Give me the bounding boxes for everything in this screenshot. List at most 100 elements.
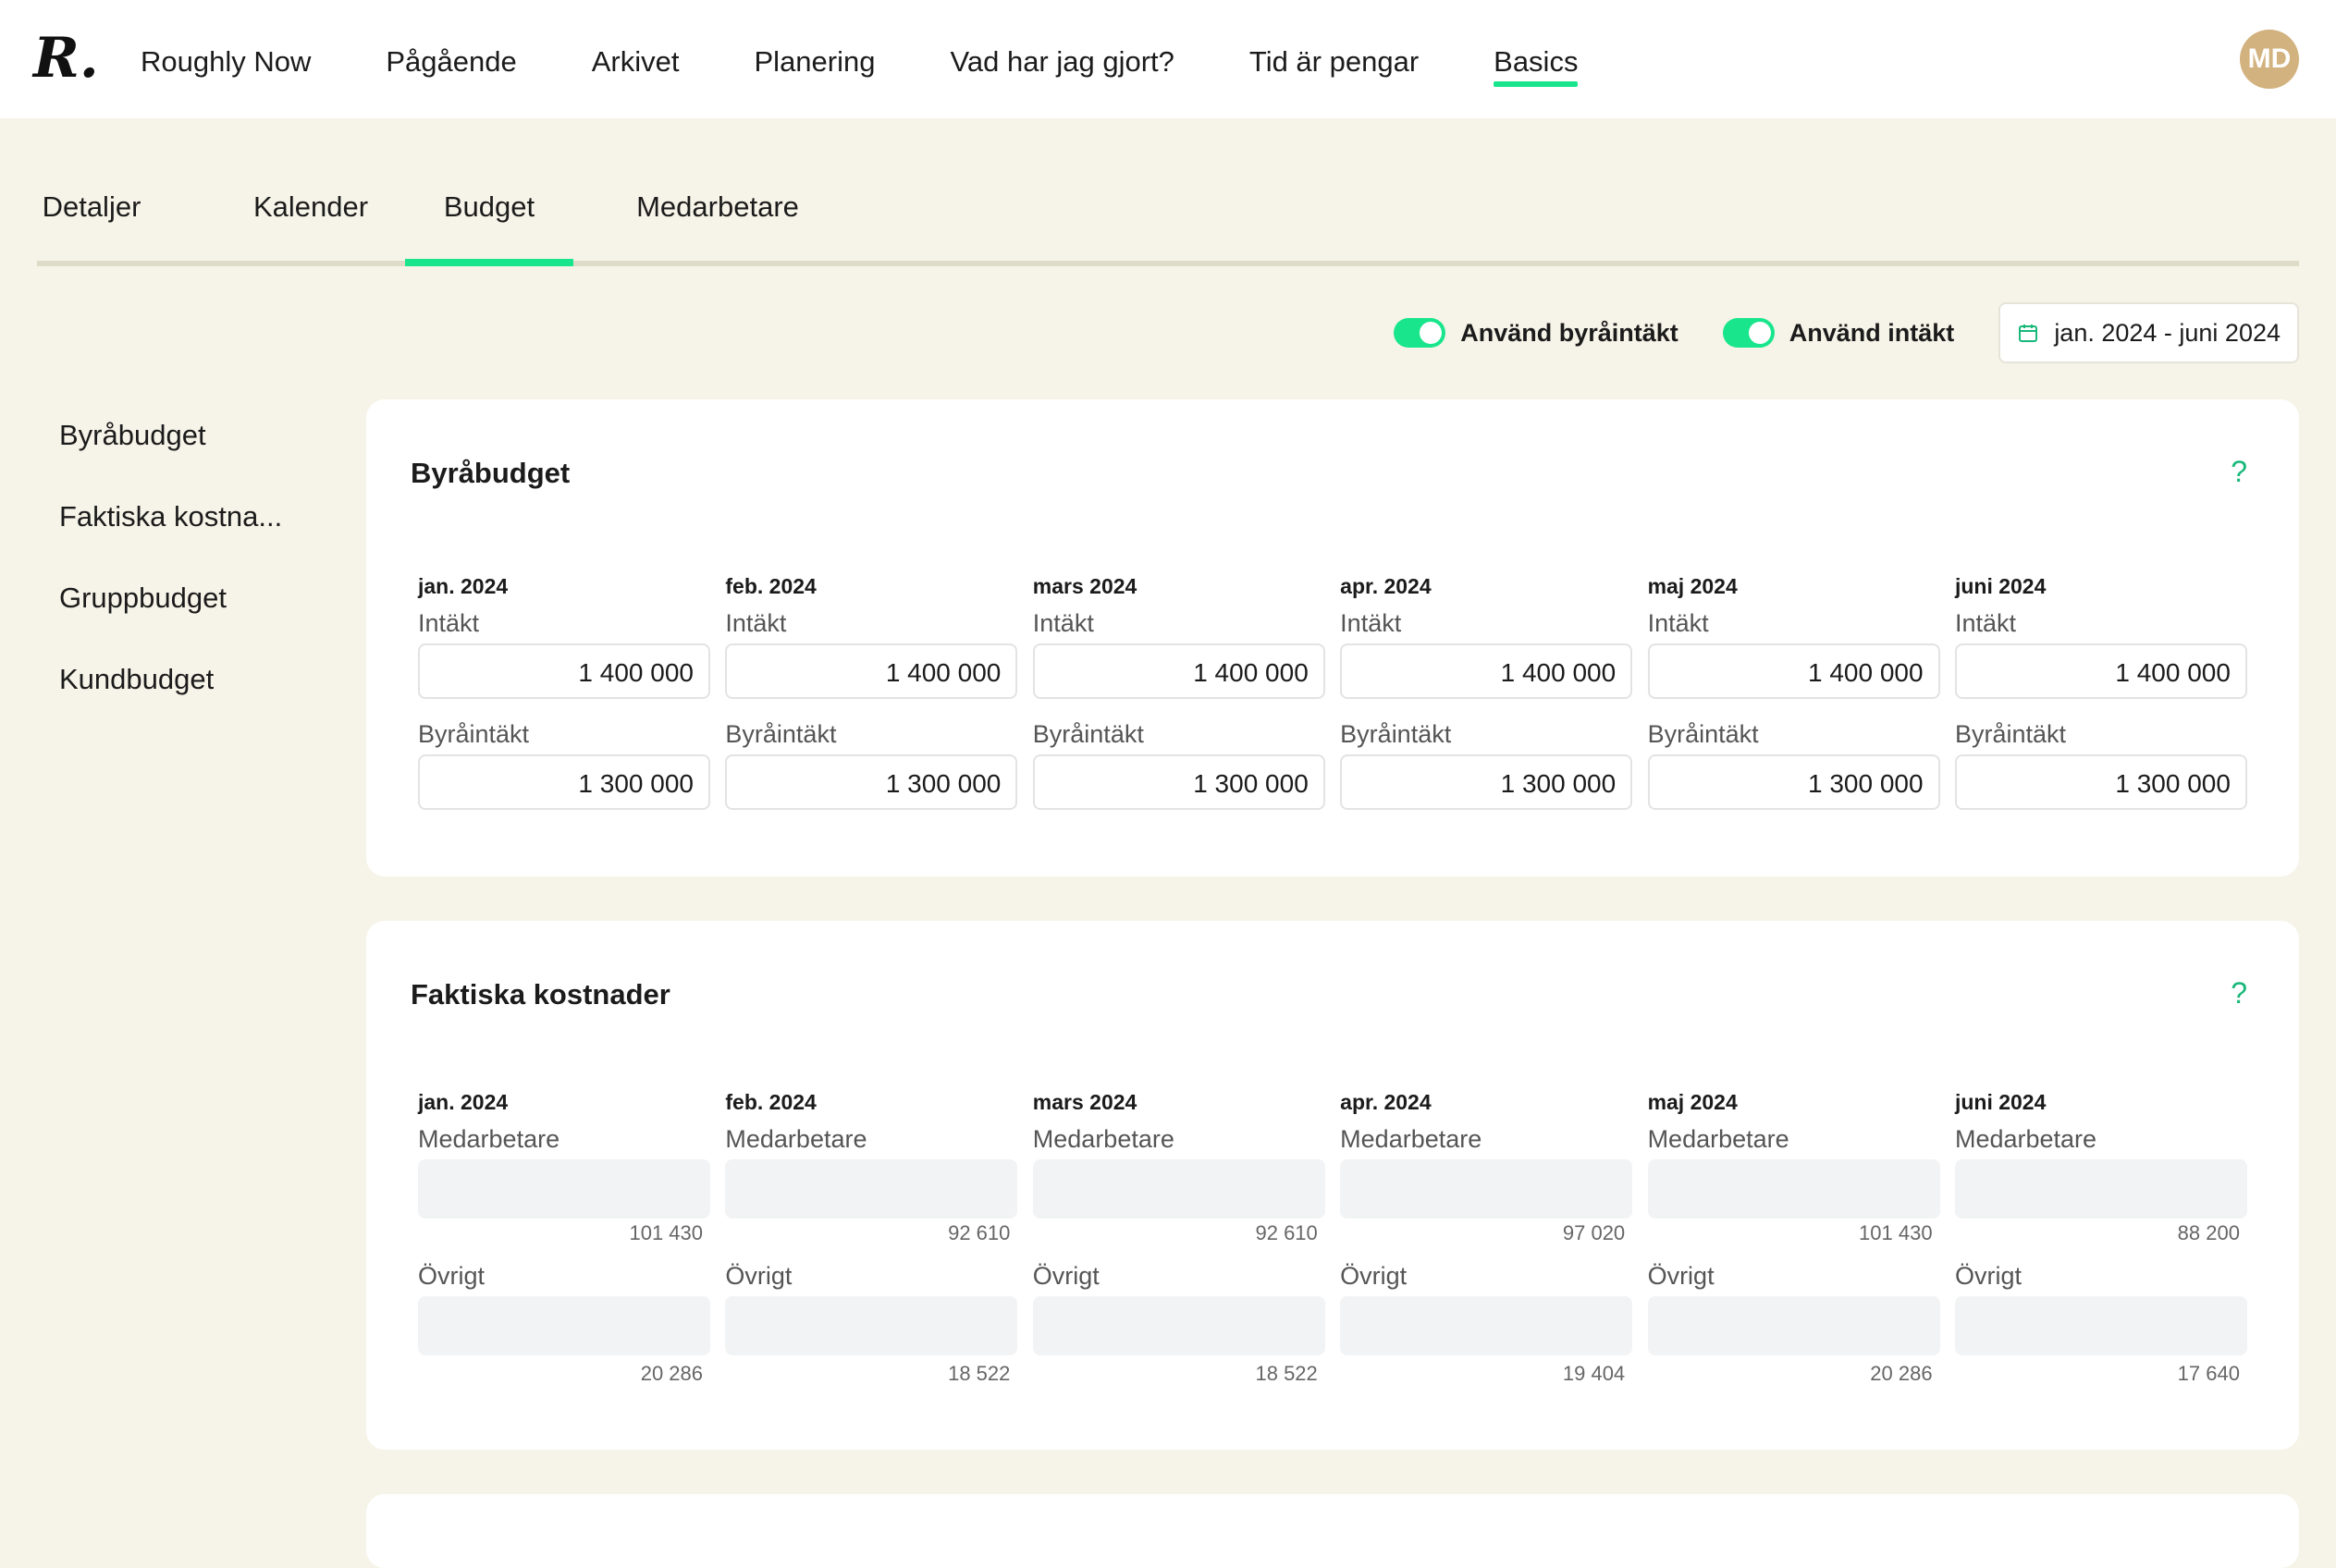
staff-cost-value: 101 430 — [629, 1221, 703, 1244]
date-range-text: jan. 2024 - juni 2024 — [2054, 318, 2281, 347]
other-cost-label: Övrigt — [1647, 1262, 1715, 1290]
agency-budget-title: Byråbudget — [411, 457, 571, 489]
budget-side-menu: Byråbudget Faktiska kostna... Gruppbudge… — [59, 407, 300, 732]
agency-income-input[interactable]: 1 300 000 — [1032, 754, 1325, 810]
month-label: juni 2024 — [1954, 1090, 2047, 1114]
actual-costs-card: Faktiska kostnader ? jan. 2024 Medarbetar… — [366, 921, 2299, 1450]
other-cost-field — [1954, 1296, 2247, 1355]
help-icon[interactable]: ? — [2231, 976, 2247, 1011]
month-label: maj 2024 — [1647, 574, 1738, 598]
income-toggle[interactable] — [1722, 318, 1775, 348]
side-item-kundbudget[interactable]: Kundbudget — [59, 651, 300, 732]
agency-budget-card: Byråbudget ? jan. 2024 Intäkt 1 400 000 Byr… — [366, 399, 2299, 876]
staff-cost-field — [1647, 1159, 1940, 1219]
staff-cost-label: Medarbetare — [418, 1125, 560, 1153]
user-avatar[interactable]: MD — [2240, 30, 2299, 89]
other-cost-label: Övrigt — [725, 1262, 793, 1290]
income-label: Intäkt — [418, 609, 480, 637]
staff-cost-field — [418, 1159, 710, 1219]
staff-cost-label: Medarbetare — [1647, 1125, 1789, 1153]
month-label: apr. 2024 — [1340, 1090, 1432, 1114]
income-input[interactable]: 1 400 000 — [1032, 643, 1325, 699]
agency-income-input[interactable]: 1 300 000 — [1647, 754, 1940, 810]
other-cost-value: 20 286 — [640, 1362, 703, 1385]
budget-month-column: apr. 2024 Intäkt 1 400 000 Byråintäkt 1 300 … — [1340, 570, 1633, 810]
agency-income-label: Byråintäkt — [1954, 720, 2067, 748]
income-input[interactable]: 1 400 000 — [1647, 643, 1940, 699]
staff-cost-value: 92 610 — [1255, 1221, 1318, 1244]
main-nav: Roughly Now Pågående Arkivet Planering Vad h… — [141, 0, 1653, 118]
income-label: Intäkt — [1340, 609, 1402, 637]
staff-cost-value: 97 020 — [1562, 1221, 1626, 1244]
tab-detaljer[interactable]: Detaljer — [37, 148, 146, 266]
side-item-byrabudget[interactable]: Byråbudget — [59, 407, 300, 488]
budget-month-column: jan. 2024 Intäkt 1 400 000 Byråintäkt 1 300 … — [418, 570, 710, 810]
cost-month-column: feb. 2024 Medarbetare 92 610 Övrigt 18 522 — [725, 1085, 1018, 1389]
income-input[interactable]: 1 400 000 — [725, 643, 1018, 699]
staff-cost-label: Medarbetare — [1032, 1125, 1174, 1153]
budget-month-column: mars 2024 Intäkt 1 400 000 Byråintäkt 1 300 … — [1032, 570, 1325, 810]
staff-cost-field — [1340, 1159, 1633, 1219]
nav-item-tid-är-pengar[interactable]: Tid är pengar — [1249, 0, 1419, 118]
actual-costs-title: Faktiska kostnader — [411, 978, 670, 1011]
income-input[interactable]: 1 400 000 — [1340, 643, 1633, 699]
income-label: Intäkt — [1032, 609, 1094, 637]
staff-cost-label: Medarbetare — [1954, 1125, 2097, 1153]
staff-cost-field — [725, 1159, 1018, 1219]
app-logo[interactable]: R. — [33, 28, 99, 89]
side-item-gruppbudget[interactable]: Gruppbudget — [59, 570, 300, 651]
nav-item-basics[interactable]: Basics — [1494, 0, 1579, 118]
agency-income-label: Byråintäkt — [1032, 720, 1144, 748]
other-cost-value: 20 286 — [1870, 1362, 1933, 1385]
other-cost-label: Övrigt — [1954, 1262, 2022, 1290]
side-item-faktiska-kostnader[interactable]: Faktiska kostna... — [59, 488, 300, 570]
staff-cost-value: 88 200 — [2177, 1221, 2240, 1244]
nav-item-roughly-now[interactable]: Roughly Now — [141, 0, 311, 118]
income-input[interactable]: 1 400 000 — [418, 643, 710, 699]
date-range-picker[interactable]: jan. 2024 - juni 2024 — [1998, 302, 2299, 363]
nav-item-planering[interactable]: Planering — [755, 0, 876, 118]
help-icon[interactable]: ? — [2231, 455, 2247, 489]
income-toggle-group: Använd intäkt — [1722, 318, 1954, 348]
actual-costs-months: jan. 2024 Medarbetare 101 430 Övrigt 20 286 f… — [418, 1085, 2247, 1389]
staff-cost-label: Medarbetare — [1340, 1125, 1482, 1153]
agency-income-input[interactable]: 1 300 000 — [1340, 754, 1633, 810]
income-input[interactable]: 1 400 000 — [1954, 643, 2247, 699]
staff-cost-value: 101 430 — [1859, 1221, 1933, 1244]
agency-income-input[interactable]: 1 300 000 — [725, 754, 1018, 810]
budget-month-column: feb. 2024 Intäkt 1 400 000 Byråintäkt 1 300 … — [725, 570, 1018, 810]
month-label: mars 2024 — [1032, 574, 1137, 598]
budget-month-column: maj 2024 Intäkt 1 400 000 Byråintäkt 1 300 0… — [1647, 570, 1940, 810]
cost-month-column: maj 2024 Medarbetare 101 430 Övrigt 20 286 — [1647, 1085, 1940, 1389]
agency-income-input[interactable]: 1 300 000 — [1954, 754, 2247, 810]
cost-month-column: apr. 2024 Medarbetare 97 020 Övrigt 19 404 — [1340, 1085, 1633, 1389]
agency-income-input[interactable]: 1 300 000 — [418, 754, 710, 810]
income-label: Intäkt — [1954, 609, 2016, 637]
month-label: mars 2024 — [1032, 1090, 1137, 1114]
cost-month-column: jan. 2024 Medarbetare 101 430 Övrigt 20 286 — [418, 1085, 710, 1389]
other-cost-label: Övrigt — [1032, 1262, 1100, 1290]
staff-cost-field — [1032, 1159, 1325, 1219]
tab-budget[interactable]: Budget — [405, 148, 573, 266]
nav-item-vad-har-jag-gjort[interactable]: Vad har jag gjort? — [950, 0, 1174, 118]
tab-kalender[interactable]: Kalender — [242, 148, 379, 266]
other-cost-label: Övrigt — [1340, 1262, 1408, 1290]
agency-budget-months: jan. 2024 Intäkt 1 400 000 Byråintäkt 1 300 … — [418, 570, 2247, 810]
other-cost-value: 18 522 — [1255, 1362, 1318, 1385]
other-cost-field — [725, 1296, 1018, 1355]
agency-income-label: Byråintäkt — [1340, 720, 1452, 748]
staff-cost-value: 92 610 — [948, 1221, 1011, 1244]
nav-item-pågående[interactable]: Pågående — [386, 0, 516, 118]
month-label: maj 2024 — [1647, 1090, 1738, 1114]
month-label: jan. 2024 — [418, 1090, 509, 1114]
nav-item-arkivet[interactable]: Arkivet — [592, 0, 680, 118]
agency-income-toggle-group: Använd byråintäkt — [1394, 318, 1678, 348]
month-label: apr. 2024 — [1340, 574, 1432, 598]
agency-income-toggle[interactable] — [1394, 318, 1446, 348]
month-label: feb. 2024 — [725, 574, 817, 598]
budget-month-column: juni 2024 Intäkt 1 400 000 Byråintäkt 1 300 … — [1954, 570, 2247, 810]
other-cost-value: 19 404 — [1562, 1362, 1626, 1385]
agency-income-label: Byråintäkt — [725, 720, 837, 748]
tab-medarbetare[interactable]: Medarbetare — [611, 148, 824, 266]
other-cost-field — [1647, 1296, 1940, 1355]
